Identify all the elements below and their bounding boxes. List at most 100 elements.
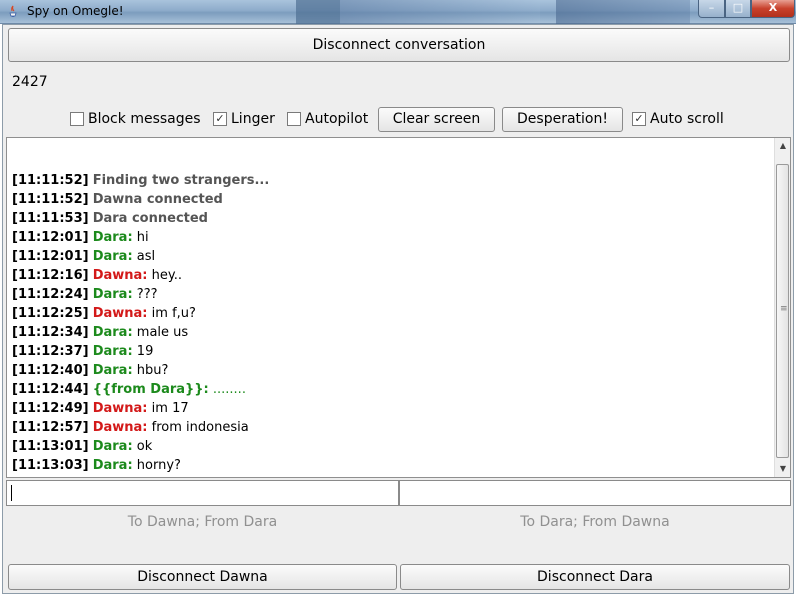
chat-line: [11:12:01] Dara: asl bbox=[12, 247, 772, 266]
chat-line: [11:12:37] Dara: 19 bbox=[12, 342, 772, 361]
sender-name: Dara: bbox=[92, 439, 133, 454]
message-text: hi bbox=[136, 230, 149, 245]
disconnect-dara-button[interactable]: Disconnect Dara bbox=[400, 564, 790, 590]
auto-scroll-checkbox[interactable]: ✓ bbox=[632, 112, 646, 126]
chat-line: [11:11:52] Dawna connected bbox=[12, 190, 772, 209]
sender-name: Dara: bbox=[92, 344, 133, 359]
timestamp: [11:11:52] bbox=[12, 192, 89, 207]
maximize-button[interactable]: □ bbox=[725, 0, 751, 18]
chat-log[interactable]: [11:11:52] Finding two strangers... [11:1… bbox=[6, 137, 791, 478]
timestamp: [11:11:53] bbox=[12, 211, 89, 226]
background-thumbnail bbox=[296, 0, 340, 24]
sender-name: Dara: bbox=[92, 458, 133, 473]
timestamp: [11:12:37] bbox=[12, 344, 89, 359]
timestamp: [11:13:01] bbox=[12, 439, 89, 454]
message-text: hey.. bbox=[151, 268, 182, 283]
conversation-counter: 2427 bbox=[12, 74, 48, 90]
timestamp: [11:12:34] bbox=[12, 325, 89, 340]
system-message: Dara connected bbox=[92, 211, 208, 226]
window-title-bar[interactable]: Spy on Omegle! – □ X bbox=[0, 0, 796, 24]
sender-name: Dara: bbox=[92, 230, 133, 245]
chat-line: [11:12:57] Dawna: from indonesia bbox=[12, 418, 772, 437]
sender-name: {{from Dara}}: bbox=[92, 382, 209, 397]
message-to-dara-input[interactable] bbox=[399, 480, 791, 506]
scrollbar-thumb[interactable]: ≡ bbox=[776, 164, 789, 458]
timestamp: [11:13:03] bbox=[12, 458, 89, 473]
linger-checkbox[interactable]: ✓ bbox=[213, 112, 227, 126]
timestamp: [11:12:44] bbox=[12, 382, 89, 397]
window-title: Spy on Omegle! bbox=[27, 4, 124, 18]
message-to-dawna-input[interactable] bbox=[6, 480, 399, 506]
scroll-up-arrow-icon[interactable]: ▲ bbox=[775, 138, 790, 154]
chat-log-scrollbar[interactable]: ▲ ≡ ▼ bbox=[774, 138, 790, 477]
timestamp: [11:11:52] bbox=[12, 173, 89, 188]
sender-name: Dara: bbox=[92, 287, 133, 302]
chat-line: [11:12:25] Dawna: im f,u? bbox=[12, 304, 772, 323]
message-text: 19 bbox=[136, 344, 154, 359]
close-icon: X bbox=[768, 1, 778, 14]
desperation-button[interactable]: Desperation! bbox=[502, 107, 623, 132]
checkmark-icon: ✓ bbox=[215, 112, 225, 125]
chat-line: [11:12:34] Dara: male us bbox=[12, 323, 772, 342]
text-caret bbox=[11, 485, 12, 501]
chat-line: [11:13:03] Dara: horny? bbox=[12, 456, 772, 475]
message-text: ........ bbox=[212, 382, 246, 397]
chat-log-lines: [11:11:52] Finding two strangers... [11:1… bbox=[12, 171, 772, 475]
chat-line: [11:12:49] Dawna: im 17 bbox=[12, 399, 772, 418]
sender-name: Dawna: bbox=[92, 306, 148, 321]
clear-screen-button[interactable]: Clear screen bbox=[378, 107, 495, 132]
to-dara-hint: To Dara; From Dawna bbox=[520, 514, 670, 530]
sender-name: Dara: bbox=[92, 363, 133, 378]
auto-scroll-label: Auto scroll bbox=[650, 111, 724, 127]
message-text: from indonesia bbox=[151, 420, 249, 435]
sender-name: Dara: bbox=[92, 249, 133, 264]
timestamp: [11:12:40] bbox=[12, 363, 89, 378]
app-client-area: Disconnect conversation 2427 Block messa… bbox=[2, 24, 794, 594]
timestamp: [11:12:24] bbox=[12, 287, 89, 302]
message-text: horny? bbox=[136, 458, 181, 473]
linger-label: Linger bbox=[231, 111, 275, 127]
to-dawna-hint: To Dawna; From Dara bbox=[127, 514, 278, 530]
message-text: hbu? bbox=[136, 363, 169, 378]
timestamp: [11:12:01] bbox=[12, 249, 89, 264]
chat-line: [11:12:40] Dara: hbu? bbox=[12, 361, 772, 380]
message-text: asl bbox=[136, 249, 156, 264]
timestamp: [11:12:16] bbox=[12, 268, 89, 283]
chat-line: [11:11:53] Dara connected bbox=[12, 209, 772, 228]
grip-icon: ≡ bbox=[780, 304, 788, 314]
system-message: Dawna connected bbox=[92, 192, 223, 207]
sender-name: Dara: bbox=[92, 325, 133, 340]
chat-line: [11:12:01] Dara: hi bbox=[12, 228, 772, 247]
chat-line: [11:11:52] Finding two strangers... bbox=[12, 171, 772, 190]
chat-line: [11:12:44] {{from Dara}}: ........ bbox=[12, 380, 772, 399]
timestamp: [11:12:57] bbox=[12, 420, 89, 435]
timestamp: [11:12:25] bbox=[12, 306, 89, 321]
chat-line: [11:13:01] Dara: ok bbox=[12, 437, 772, 456]
close-button[interactable]: X bbox=[751, 0, 795, 18]
block-messages-checkbox[interactable] bbox=[70, 112, 84, 126]
scroll-down-arrow-icon[interactable]: ▼ bbox=[775, 461, 790, 477]
message-text: ok bbox=[136, 439, 153, 454]
maximize-icon: □ bbox=[732, 1, 744, 14]
autopilot-checkbox[interactable] bbox=[287, 112, 301, 126]
disconnect-conversation-button[interactable]: Disconnect conversation bbox=[8, 28, 790, 62]
chat-line: [11:12:24] Dara: ??? bbox=[12, 285, 772, 304]
message-text: im f,u? bbox=[151, 306, 196, 321]
background-blur bbox=[340, 0, 540, 24]
checkmark-icon: ✓ bbox=[634, 112, 644, 125]
background-blur bbox=[556, 0, 690, 24]
minimize-button[interactable]: – bbox=[698, 0, 725, 18]
block-messages-label: Block messages bbox=[88, 111, 201, 127]
disconnect-dawna-button[interactable]: Disconnect Dawna bbox=[8, 564, 397, 590]
sender-name: Dawna: bbox=[92, 268, 148, 283]
message-text: ??? bbox=[136, 287, 158, 302]
timestamp: [11:12:49] bbox=[12, 401, 89, 416]
chat-line: [11:12:16] Dawna: hey.. bbox=[12, 266, 772, 285]
sender-name: Dawna: bbox=[92, 401, 148, 416]
sender-name: Dawna: bbox=[92, 420, 148, 435]
timestamp: [11:12:01] bbox=[12, 230, 89, 245]
minimize-icon: – bbox=[708, 1, 715, 14]
message-text: im 17 bbox=[151, 401, 189, 416]
java-app-icon bbox=[9, 5, 17, 17]
message-text: male us bbox=[136, 325, 189, 340]
